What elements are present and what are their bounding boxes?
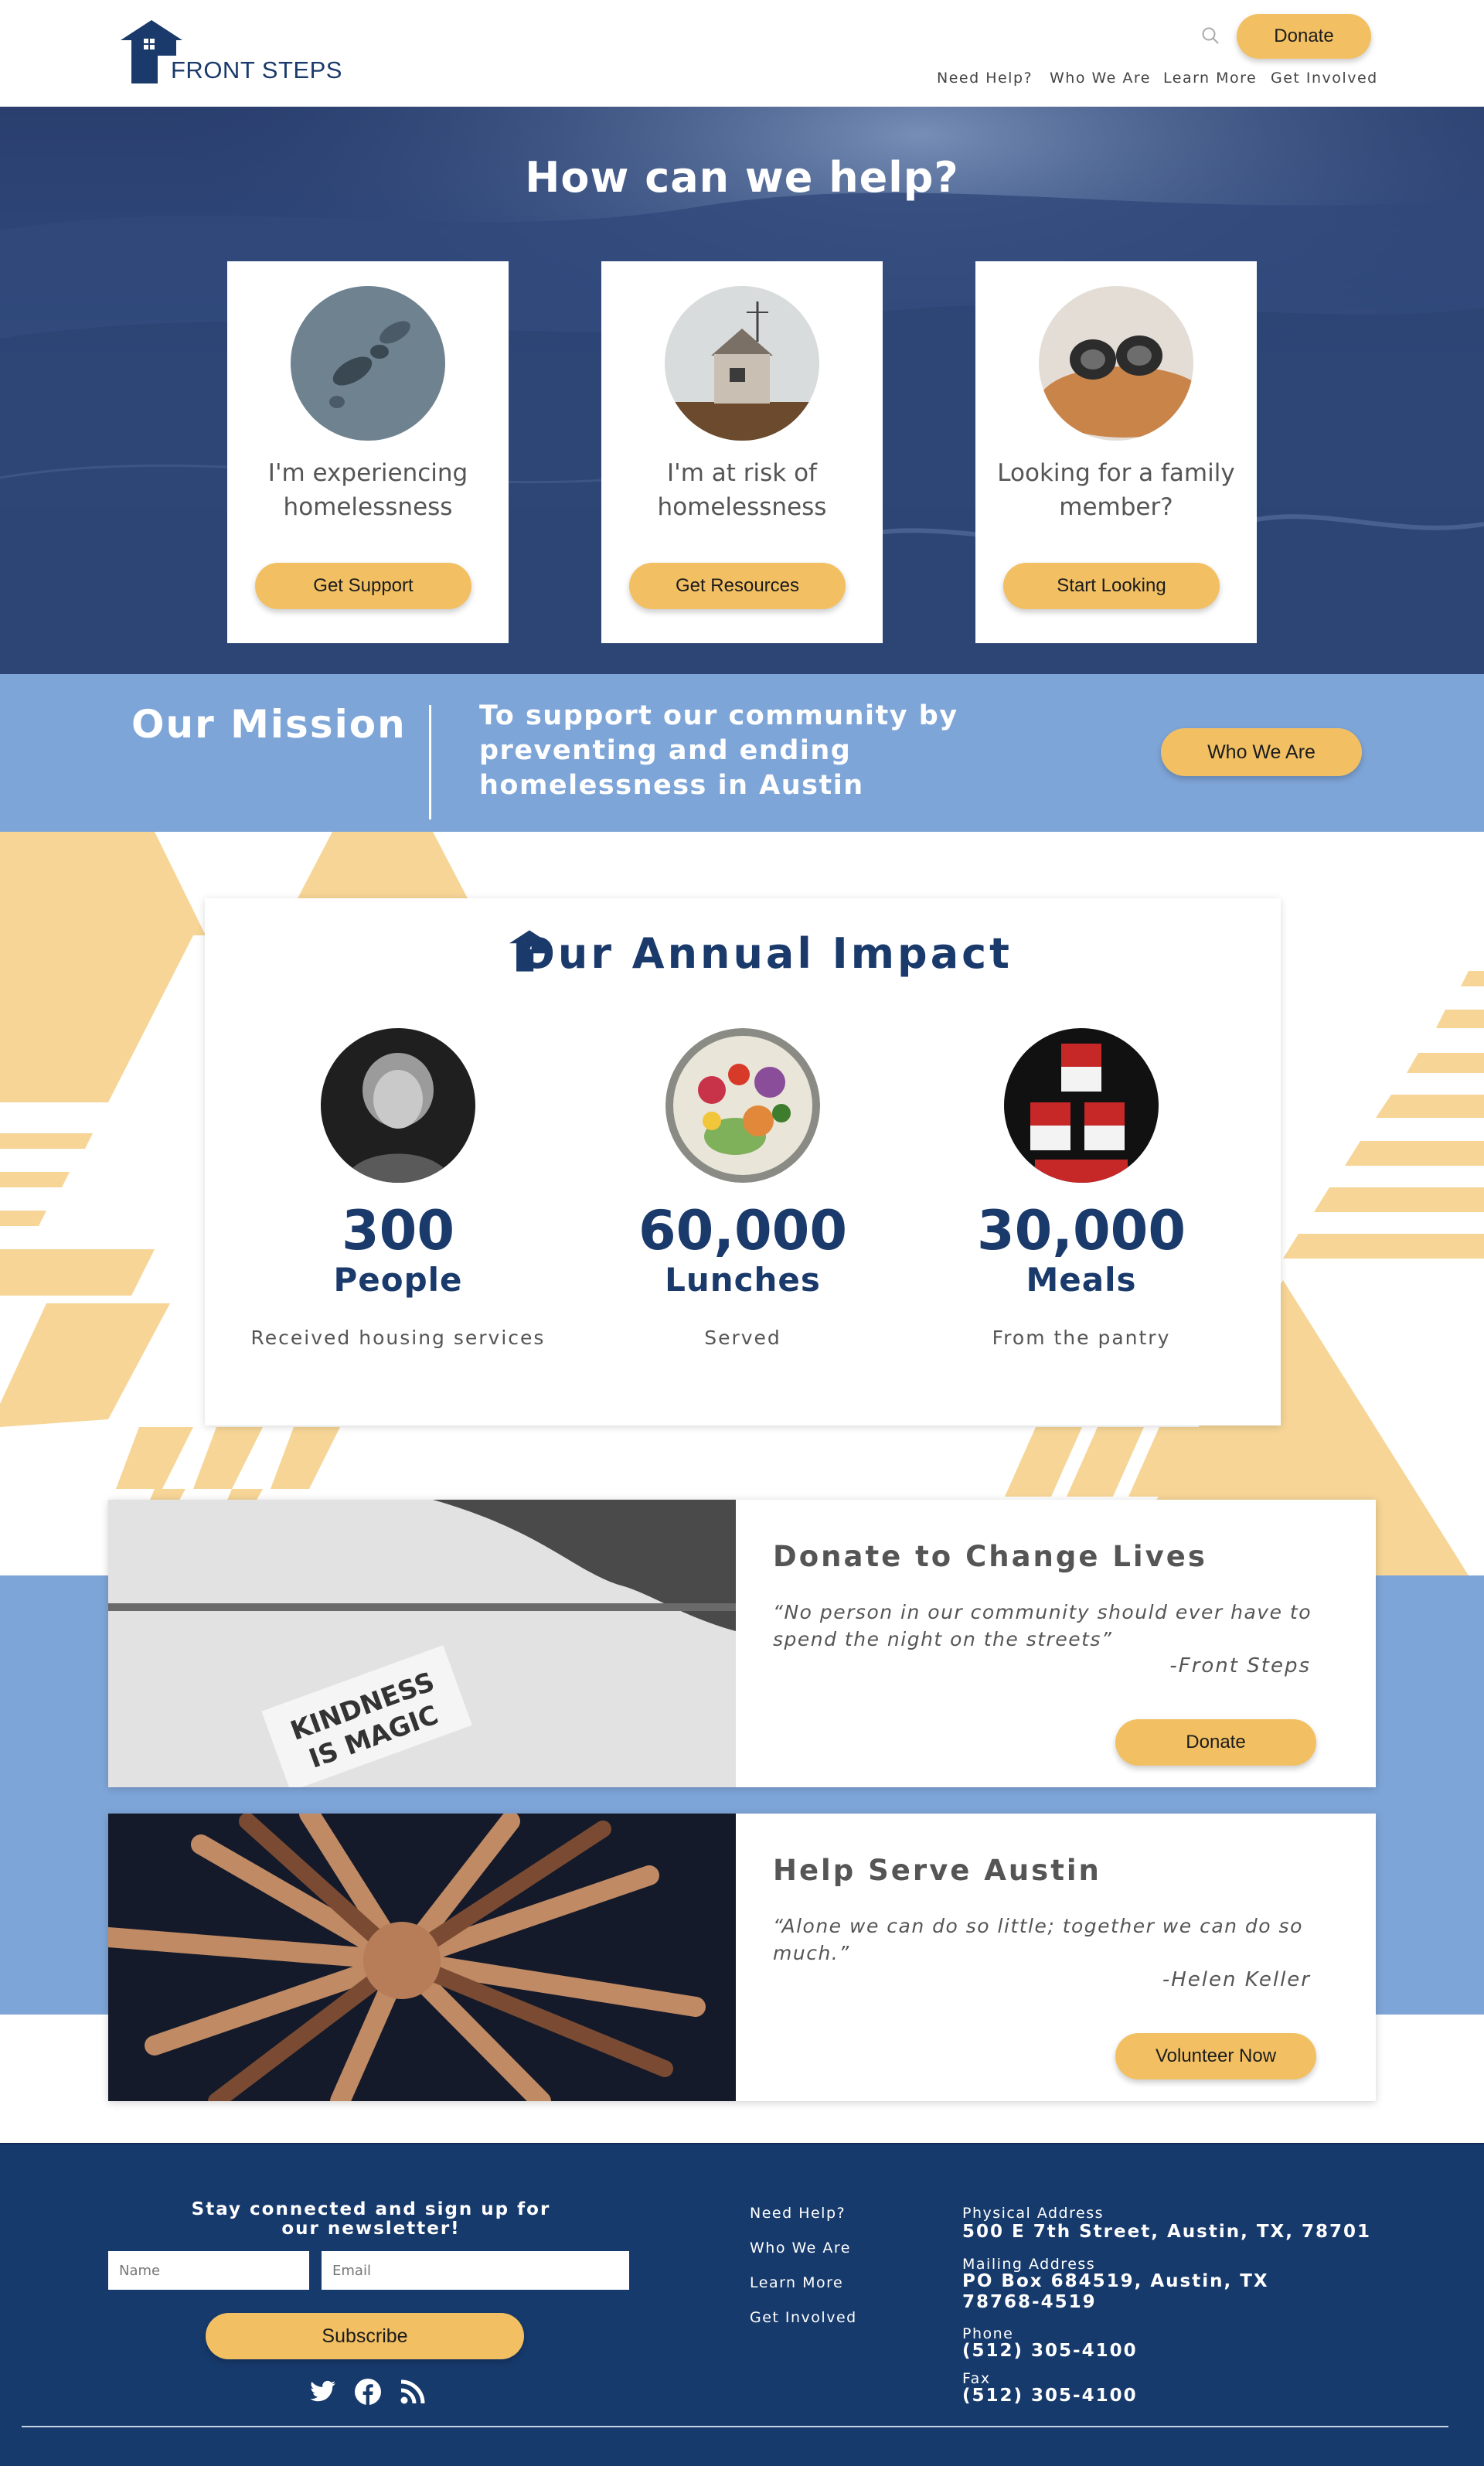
card-text-homeless: I'm experiencing homelessness bbox=[267, 459, 468, 521]
newsletter-email-input[interactable]: Email bbox=[322, 2251, 629, 2290]
volunteer-feature-author: -Helen Keller bbox=[1162, 1968, 1311, 1991]
stat-unit-lunches: Lunches bbox=[665, 1261, 821, 1299]
help-card-homeless: I'm experiencing homelessness Get Suppor… bbox=[227, 261, 509, 643]
donate-feature-card: KINDNESS IS MAGIC Donate to Change Lives… bbox=[108, 1500, 1376, 1787]
hero-section: How can we help? I'm experiencing homele… bbox=[0, 107, 1484, 674]
newsletter-name-input[interactable]: Name bbox=[108, 2251, 309, 2290]
who-we-are-button[interactable]: Who We Are bbox=[1161, 728, 1362, 776]
mailing-address-label: Mailing Address bbox=[962, 2256, 1096, 2273]
feature-donate-button[interactable]: Donate bbox=[1115, 1719, 1316, 1766]
hero-title: How can we help? bbox=[525, 153, 959, 202]
search-icon[interactable] bbox=[1200, 26, 1220, 46]
nav-get-involved[interactable]: Get Involved bbox=[1271, 70, 1378, 87]
site-footer: Stay connected and sign up for our newsl… bbox=[0, 2143, 1484, 2466]
stat-number-people: 300 bbox=[341, 1199, 455, 1262]
help-card-family: Looking for a family member? Start Looki… bbox=[975, 261, 1257, 643]
binoculars-photo bbox=[1039, 286, 1193, 441]
footer-link-need-help[interactable]: Need Help? bbox=[750, 2205, 846, 2222]
footer-divider bbox=[22, 2426, 1448, 2427]
site-header: FRONT STEPS Donate Need Help? Who We Are… bbox=[0, 0, 1484, 107]
stat-unit-people: People bbox=[333, 1261, 463, 1299]
get-resources-button[interactable]: Get Resources bbox=[629, 563, 846, 609]
stat-desc-meals: From the pantry bbox=[992, 1327, 1171, 1349]
mailing-address-value: PO Box 684519, Austin, TX 78768-4519 bbox=[962, 2271, 1269, 2312]
stat-desc-people: Received housing services bbox=[250, 1327, 546, 1349]
footprints-photo bbox=[291, 286, 445, 441]
stacked-hands-photo bbox=[108, 1814, 736, 2101]
newsletter-title: Stay connected and sign up for our newsl… bbox=[191, 2199, 551, 2239]
nav-who-we-are[interactable]: Who We Are bbox=[1050, 70, 1151, 87]
physical-address-value: 500 E 7th Street, Austin, TX, 78701 bbox=[962, 2222, 1372, 2242]
subscribe-button[interactable]: Subscribe bbox=[206, 2313, 524, 2359]
impact-stat-people: 300 People Received housing services bbox=[228, 1028, 568, 1349]
nav-need-help[interactable]: Need Help? bbox=[937, 70, 1033, 87]
facebook-icon[interactable] bbox=[352, 2376, 383, 2407]
physical-address-label: Physical Address bbox=[962, 2205, 1104, 2222]
get-support-button[interactable]: Get Support bbox=[255, 563, 471, 609]
nav-learn-more[interactable]: Learn More bbox=[1163, 70, 1257, 87]
fax-label: Fax bbox=[962, 2370, 991, 2387]
donate-feature-quote: “No person in our community should ever … bbox=[773, 1601, 1312, 1650]
stat-desc-lunches: Served bbox=[704, 1327, 781, 1349]
mission-title: Our Mission bbox=[131, 702, 407, 747]
older-woman-portrait bbox=[321, 1028, 475, 1183]
volunteer-now-button[interactable]: Volunteer Now bbox=[1115, 2033, 1316, 2079]
phone-label: Phone bbox=[962, 2325, 1014, 2342]
fax-value: (512) 305-4100 bbox=[962, 2386, 1138, 2406]
donate-feature-title: Donate to Change Lives bbox=[773, 1540, 1207, 1573]
shed-photo bbox=[665, 286, 819, 441]
footer-link-get-involved[interactable]: Get Involved bbox=[750, 2309, 857, 2326]
phone-value[interactable]: (512) 305-4100 bbox=[962, 2341, 1138, 2362]
twitter-icon[interactable] bbox=[308, 2376, 339, 2407]
stat-number-lunches: 60,000 bbox=[638, 1199, 848, 1262]
volunteer-feature-quote: “Alone we can do so little; together we … bbox=[773, 1915, 1303, 1964]
footer-link-who-we-are[interactable]: Who We Are bbox=[750, 2239, 851, 2257]
stat-unit-meals: Meals bbox=[1026, 1261, 1137, 1299]
vegetable-bowl-photo bbox=[665, 1028, 820, 1183]
impact-title: Our Annual Impact bbox=[519, 929, 1013, 978]
mission-divider bbox=[429, 705, 431, 819]
card-text-family: Looking for a family member? bbox=[997, 459, 1235, 521]
start-looking-button[interactable]: Start Looking bbox=[1003, 563, 1220, 609]
volunteer-feature-card: Help Serve Austin “Alone we can do so li… bbox=[108, 1814, 1376, 2101]
impact-stat-meals: 30,000 Meals From the pantry bbox=[911, 1028, 1251, 1349]
footer-link-learn-more[interactable]: Learn More bbox=[750, 2274, 843, 2291]
volunteer-feature-title: Help Serve Austin bbox=[773, 1854, 1101, 1887]
mission-statement: To support our community by preventing a… bbox=[479, 700, 958, 801]
impact-stat-lunches: 60,000 Lunches Served bbox=[573, 1028, 913, 1349]
soup-cans-photo bbox=[1004, 1028, 1159, 1183]
mission-section: Our Mission To support our community by … bbox=[0, 674, 1484, 832]
stat-number-meals: 30,000 bbox=[976, 1199, 1186, 1262]
kindness-is-magic-photo: KINDNESS IS MAGIC bbox=[108, 1500, 736, 1787]
logo-wordmark[interactable]: FRONT STEPS bbox=[171, 56, 342, 84]
card-text-at-risk: I'm at risk of homelessness bbox=[657, 459, 827, 521]
annual-impact-card: Our Annual Impact 300 People Received ho… bbox=[205, 898, 1281, 1425]
header-donate-button[interactable]: Donate bbox=[1237, 14, 1371, 59]
rss-icon[interactable] bbox=[397, 2376, 428, 2407]
donate-feature-author: -Front Steps bbox=[1169, 1654, 1311, 1677]
help-card-at-risk: I'm at risk of homelessness Get Resource… bbox=[601, 261, 883, 643]
